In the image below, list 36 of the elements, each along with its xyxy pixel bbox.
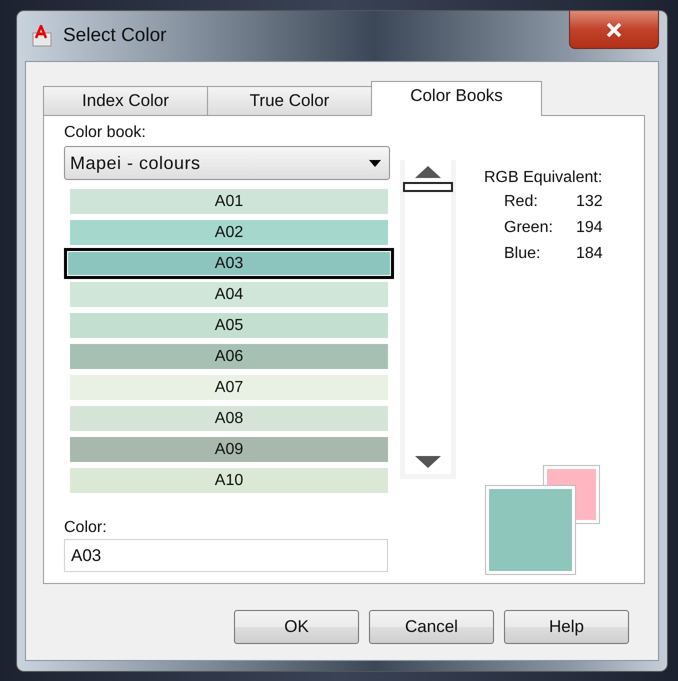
scroll-thumb[interactable]	[403, 182, 453, 192]
scroll-down-icon[interactable]	[415, 456, 441, 468]
close-icon	[606, 22, 622, 36]
dialog-button[interactable]: OK	[234, 610, 359, 644]
color-swatch[interactable]: A02	[70, 220, 388, 245]
color-swatch[interactable]: A09	[70, 437, 388, 462]
app-icon	[31, 25, 53, 47]
color-swatch[interactable]: A04	[70, 282, 388, 307]
rgb-value: 184	[576, 245, 604, 263]
color-swatch[interactable]: A10	[70, 468, 388, 493]
color-swatch[interactable]: A01	[70, 189, 388, 214]
color-label: Color:	[64, 519, 108, 537]
scroll-up-icon[interactable]	[415, 166, 441, 178]
tab[interactable]: Color Books	[371, 81, 542, 116]
tab[interactable]: True Color	[207, 86, 372, 116]
color-swatch[interactable]: A08	[70, 406, 388, 431]
color-swatch[interactable]: A07	[70, 375, 388, 400]
rgb-value: 194	[576, 219, 604, 237]
window-title: Select Color	[63, 25, 166, 47]
rgb-label: Green:	[504, 219, 554, 237]
dialog-button[interactable]: Help	[504, 610, 629, 644]
rgb-title: RGB Equivalent:	[484, 169, 604, 187]
dialog-button[interactable]: Cancel	[369, 610, 494, 644]
close-button[interactable]	[569, 11, 659, 49]
tab[interactable]: Index Color	[43, 86, 208, 116]
color-input[interactable]: A03	[64, 539, 388, 572]
color-swatch[interactable]: A06	[70, 344, 388, 369]
rgb-label: Blue:	[504, 245, 542, 263]
caret-icon	[369, 160, 381, 166]
color-book-dropdown[interactable]: Mapei - colours	[64, 146, 390, 180]
rgb-value: 132	[576, 193, 604, 211]
color-book-label: Color book:	[64, 124, 147, 142]
scrollbar[interactable]	[400, 160, 456, 479]
rgb-label: Red:	[504, 193, 539, 211]
color-swatch[interactable]: A05	[70, 313, 388, 338]
color-swatch[interactable]: A03	[67, 251, 391, 276]
